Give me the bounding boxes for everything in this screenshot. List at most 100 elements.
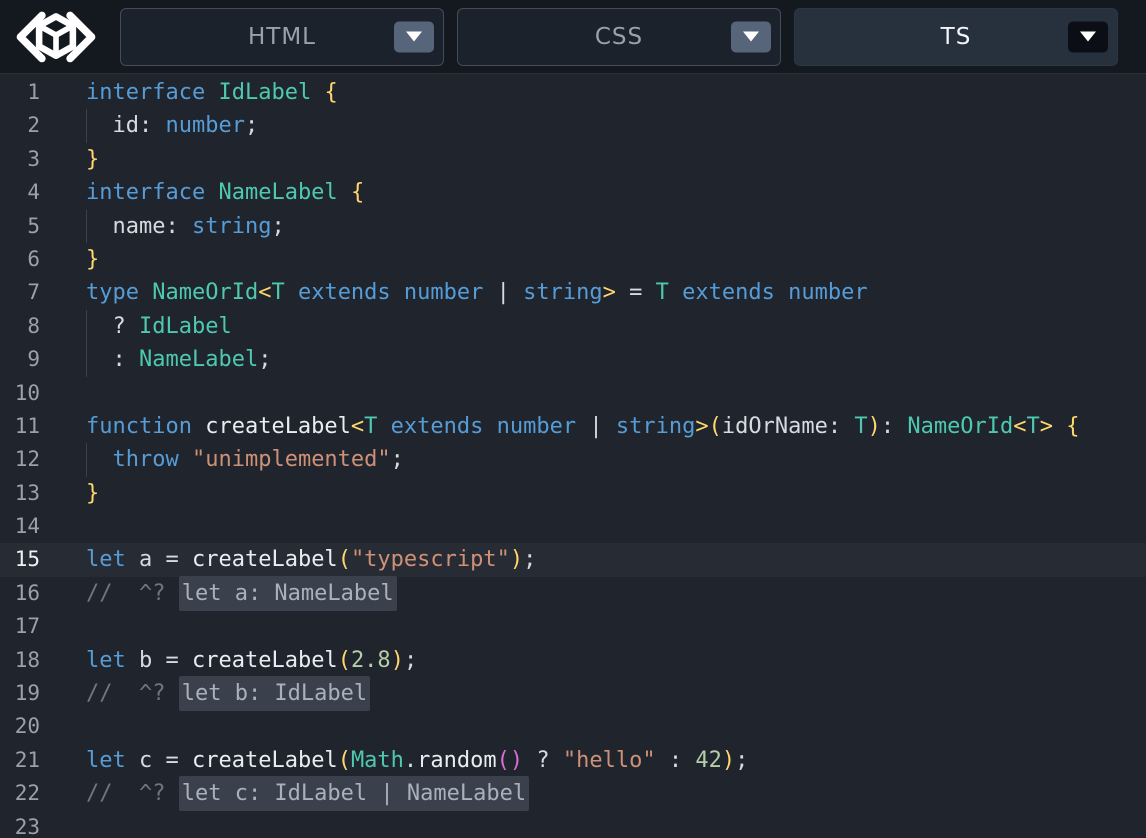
- line-number: 14: [0, 510, 52, 543]
- code-token: ?: [523, 748, 563, 773]
- code-cube-logo[interactable]: [0, 0, 112, 73]
- line-number: 16: [0, 577, 52, 610]
- chevron-down-icon: [406, 32, 422, 42]
- code-token: T: [364, 414, 377, 439]
- code-line[interactable]: 16// ^? let a: NameLabel: [0, 577, 1146, 610]
- code-line-content: ? IdLabel: [52, 310, 1146, 343]
- code-line[interactable]: 22// ^? let c: IdLabel | NameLabel: [0, 777, 1146, 810]
- code-line-content: function createLabel<T extends number | …: [52, 410, 1146, 443]
- code-token: }: [86, 481, 99, 506]
- code-token: {: [1066, 414, 1079, 439]
- code-token: [338, 180, 351, 205]
- code-line[interactable]: 12 throw "unimplemented";: [0, 443, 1146, 476]
- tab-dropdown-html[interactable]: [394, 21, 434, 52]
- chevron-down-icon: [743, 32, 759, 42]
- code-token: (: [338, 648, 351, 673]
- code-line[interactable]: 21let c = createLabel(Math.random() ? "h…: [0, 744, 1146, 777]
- code-token: NameLabel: [218, 180, 337, 205]
- code-line[interactable]: 18let b = createLabel(2.8);: [0, 644, 1146, 677]
- code-token: :: [656, 748, 696, 773]
- code-line-content: [52, 510, 1146, 543]
- line-number: 9: [0, 343, 52, 376]
- code-line-content: id: number;: [52, 109, 1146, 142]
- code-token: 2.8: [351, 648, 391, 673]
- code-line[interactable]: 2 id: number;: [0, 109, 1146, 142]
- line-number: 6: [0, 243, 52, 276]
- code-token: ): [510, 748, 523, 773]
- code-line-content: name: string;: [52, 210, 1146, 243]
- code-line-content: interface NameLabel {: [52, 176, 1146, 209]
- code-line[interactable]: 6}: [0, 243, 1146, 276]
- code-line[interactable]: 8 ? IdLabel: [0, 310, 1146, 343]
- code-token: <: [258, 280, 271, 305]
- line-number: 23: [0, 811, 52, 838]
- code-token: 42: [695, 748, 722, 773]
- code-line[interactable]: 14: [0, 510, 1146, 543]
- code-editor[interactable]: 1interface IdLabel {2 id: number;3}4inte…: [0, 74, 1146, 838]
- code-line[interactable]: 9 : NameLabel;: [0, 343, 1146, 376]
- code-token: name:: [86, 214, 192, 239]
- code-token: "unimplemented": [192, 447, 391, 472]
- code-token: T: [271, 280, 284, 305]
- code-token: b =: [126, 648, 192, 673]
- code-line[interactable]: 13}: [0, 477, 1146, 510]
- code-line[interactable]: 19// ^? let b: IdLabel: [0, 677, 1146, 710]
- tab-html[interactable]: HTML: [120, 8, 444, 66]
- code-token: "typescript": [351, 547, 510, 572]
- line-number: 10: [0, 377, 52, 410]
- tab-bar: HTML CSS TS: [120, 8, 1118, 66]
- code-line[interactable]: 7type NameOrId<T extends number | string…: [0, 276, 1146, 309]
- code-token: [311, 80, 324, 105]
- line-number: 22: [0, 777, 52, 810]
- code-token: number: [788, 280, 867, 305]
- code-token: .: [404, 748, 417, 773]
- code-line[interactable]: 10: [0, 377, 1146, 410]
- code-line[interactable]: 4interface NameLabel {: [0, 176, 1146, 209]
- code-line[interactable]: 3}: [0, 143, 1146, 176]
- code-token: [1053, 414, 1066, 439]
- code-token: number: [404, 280, 483, 305]
- code-line[interactable]: 17: [0, 610, 1146, 643]
- code-line[interactable]: 1interface IdLabel {: [0, 76, 1146, 109]
- code-token: NameOrId: [907, 414, 1013, 439]
- tab-ts[interactable]: TS: [794, 8, 1118, 66]
- code-token: createLabel: [192, 648, 338, 673]
- code-line[interactable]: 23: [0, 811, 1146, 838]
- tab-css[interactable]: CSS: [457, 8, 781, 66]
- code-token: IdLabel: [139, 314, 232, 339]
- tab-dropdown-css[interactable]: [731, 21, 771, 52]
- line-number: 11: [0, 410, 52, 443]
- line-number: 13: [0, 477, 52, 510]
- tab-dropdown-ts[interactable]: [1068, 21, 1108, 52]
- tab-label-css: CSS: [595, 24, 643, 50]
- type-hint: let b: IdLabel: [179, 676, 370, 711]
- code-line-content: interface IdLabel {: [52, 76, 1146, 109]
- code-line-content: }: [52, 143, 1146, 176]
- code-token: createLabel: [192, 748, 338, 773]
- code-token: {: [324, 80, 337, 105]
- code-token: string: [616, 414, 695, 439]
- code-token: string: [523, 280, 602, 305]
- code-token: :: [86, 347, 139, 372]
- code-line-content: [52, 710, 1146, 743]
- code-token: T: [854, 414, 867, 439]
- code-token: ;: [735, 748, 748, 773]
- code-token: function: [86, 414, 192, 439]
- code-line-content: // ^? let b: IdLabel: [52, 677, 1146, 710]
- line-number: 15: [0, 543, 52, 576]
- code-line[interactable]: 5 name: string;: [0, 210, 1146, 243]
- playground-window: HTML CSS TS 1interface IdLabel {2 id: numb…: [0, 0, 1146, 838]
- code-token: }: [86, 247, 99, 272]
- line-number: 17: [0, 610, 52, 643]
- code-token: T: [656, 280, 669, 305]
- code-line[interactable]: 15let a = createLabel("typescript");: [0, 543, 1146, 576]
- code-lines: 1interface IdLabel {2 id: number;3}4inte…: [0, 76, 1146, 838]
- code-line[interactable]: 11function createLabel<T extends number …: [0, 410, 1146, 443]
- code-token: ;: [245, 113, 258, 138]
- code-line[interactable]: 20: [0, 710, 1146, 743]
- line-number: 19: [0, 677, 52, 710]
- code-token: (: [338, 748, 351, 773]
- code-token: number: [165, 113, 244, 138]
- line-number: 2: [0, 109, 52, 142]
- line-number: 12: [0, 443, 52, 476]
